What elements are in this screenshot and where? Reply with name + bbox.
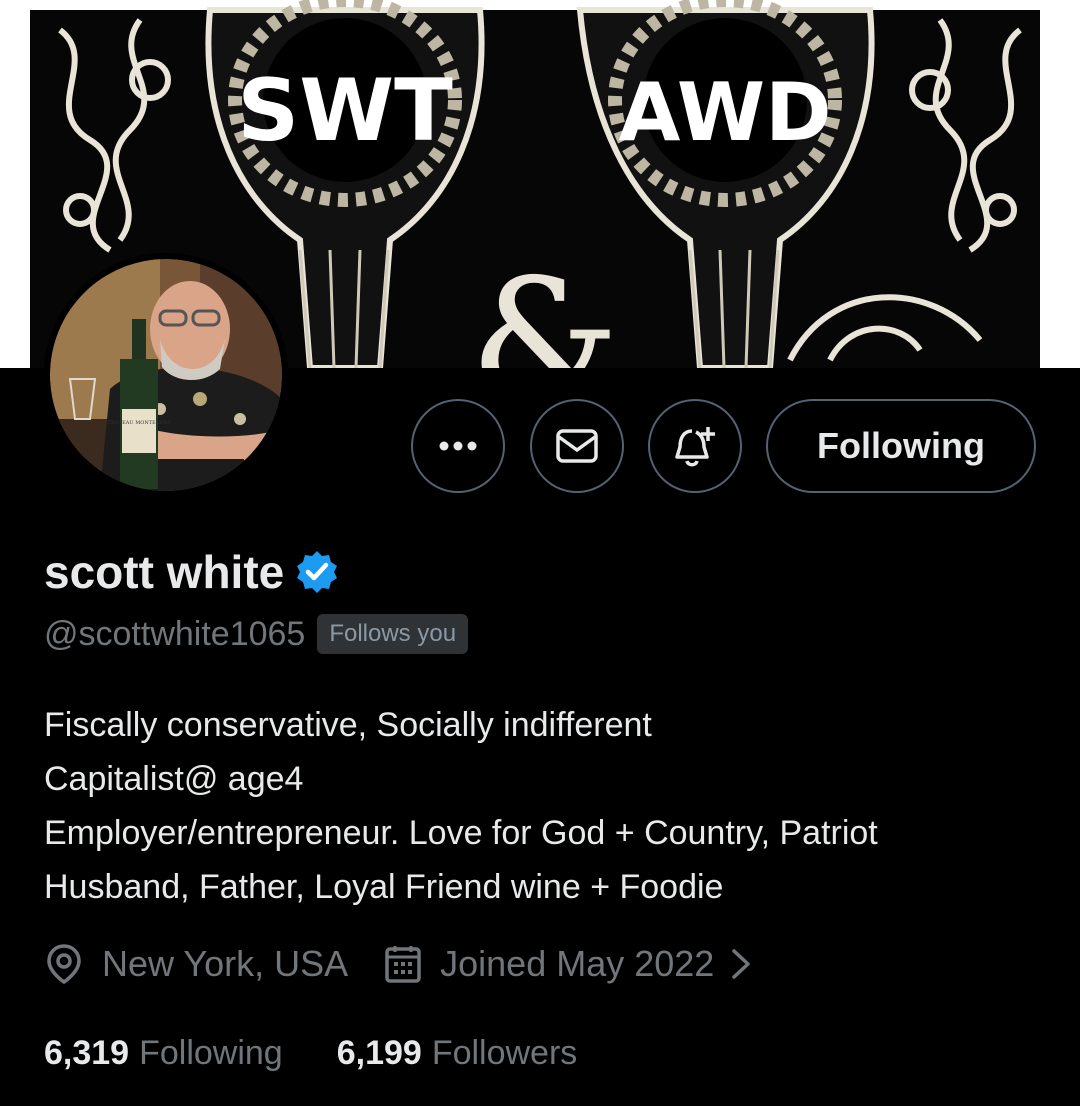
bell-plus-icon — [675, 427, 715, 467]
notifications-button[interactable] — [648, 399, 742, 493]
message-button[interactable] — [530, 399, 624, 493]
envelope-icon — [556, 429, 598, 463]
following-button[interactable]: Following — [766, 399, 1036, 493]
followers-count: 6,199 — [336, 1034, 422, 1072]
svg-text:SWT: SWT — [237, 61, 453, 161]
followers-count-link[interactable]: 6,199 Followers — [337, 1034, 578, 1073]
verified-badge-icon[interactable] — [294, 549, 340, 595]
bio-line: Fiscally conservative, Socially indiffer… — [44, 706, 652, 744]
svg-text:&: & — [469, 243, 620, 368]
svg-text:AWD: AWD — [619, 66, 832, 159]
display-name-row: scott white — [44, 545, 340, 599]
follows-you-badge: Follows you — [317, 614, 469, 654]
svg-text:CHATEAU MONTELENA: CHATEAU MONTELENA — [107, 420, 171, 426]
following-count-link[interactable]: 6,319 Following — [44, 1034, 283, 1073]
display-name: scott white — [44, 546, 285, 598]
handle-row: @scottwhite1065 Follows you — [44, 614, 469, 654]
more-button[interactable] — [411, 399, 505, 493]
following-count: 6,319 — [44, 1034, 130, 1072]
following-label: Following — [139, 1034, 283, 1072]
chevron-right-icon — [732, 949, 751, 979]
joined-text: Joined May 2022 — [440, 943, 715, 984]
bio-line: Capitalist@ age4 — [44, 760, 304, 798]
location: New York, USA — [44, 942, 348, 986]
profile-bio: Fiscally conservative, Socially indiffer… — [44, 698, 878, 914]
calendar-icon — [385, 946, 421, 983]
follow-stats: 6,319 Following 6,199 Followers — [44, 1034, 577, 1073]
username-handle: @scottwhite1065 — [44, 614, 306, 653]
profile-meta: New York, USA Joined May 2022 — [44, 942, 774, 986]
followers-label: Followers — [431, 1034, 578, 1072]
avatar-photo: CHATEAU MONTELENA — [50, 259, 282, 491]
joined-date[interactable]: Joined May 2022 — [384, 943, 774, 985]
location-pin-icon — [47, 944, 81, 985]
location-text: New York, USA — [102, 943, 349, 984]
avatar[interactable]: CHATEAU MONTELENA — [44, 253, 288, 497]
following-button-label: Following — [817, 425, 985, 466]
bio-line: Husband, Father, Loyal Friend wine + Foo… — [44, 868, 724, 906]
bio-line: Employer/entrepreneur. Love for God + Co… — [44, 814, 878, 852]
more-horizontal-icon — [439, 441, 477, 451]
